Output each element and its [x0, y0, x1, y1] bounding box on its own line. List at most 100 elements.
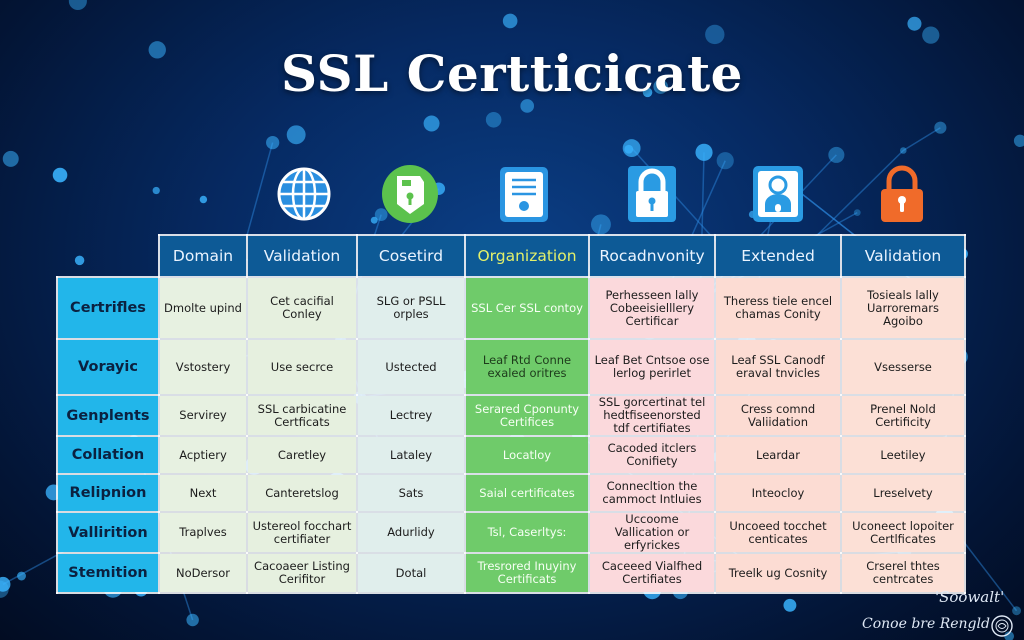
network-link: [902, 127, 941, 152]
table-cell: SSL carbicatine Certficats: [246, 394, 358, 437]
table-cell: Acptiery: [158, 435, 248, 475]
table-cell: Serared Cponunty Certifices: [464, 394, 590, 437]
table-cell: Caceeed Vialfhed Certifiates: [588, 552, 716, 594]
network-node: [695, 143, 713, 161]
table-cell: SSL gorcertinat tel hedtfiseenorsted tdf…: [588, 394, 716, 437]
table-header-row: Domain Validation Cosetird Organization …: [57, 234, 966, 278]
shield-keyhole-icon: [382, 165, 438, 223]
table-cell: Use secrce: [246, 338, 358, 396]
network-node: [934, 121, 947, 134]
table-cell: Ustereol focchart certifiater: [246, 511, 358, 554]
signature-caption: Conoe bre Rengld: [862, 616, 990, 632]
network-node: [152, 186, 160, 195]
network-node: [705, 24, 725, 45]
network-node: [370, 216, 378, 224]
table-cell: Uncoeed tocchet centicates: [714, 511, 842, 554]
table-cell: Theress tiele encel chamas Conity: [714, 276, 842, 340]
network-node: [266, 135, 280, 150]
table-cell: Perhesseen lally Cobeeisielllery Certifi…: [588, 276, 716, 340]
network-node: [52, 167, 68, 183]
network-node: [0, 576, 11, 592]
table-cell: Dotal: [356, 552, 466, 594]
table-cell: Next: [158, 473, 248, 513]
row-label: Certrifles: [56, 276, 160, 340]
column-header[interactable]: Cosetird: [356, 234, 466, 278]
table-cell: Canteretslog: [246, 473, 358, 513]
column-header[interactable]: Extended: [714, 234, 842, 278]
network-node: [922, 26, 940, 44]
column-header[interactable]: Domain: [158, 234, 248, 278]
table-cell: SLG or PSLL orples: [356, 276, 466, 340]
table-cell: Adurlidy: [356, 511, 466, 554]
table-row: Stemition NoDersor Cacoaeer Listing Cerifi…: [56, 552, 966, 594]
table-cell: Leaf SSL Canodf eraval tnvicles: [714, 338, 842, 396]
table-cell: Leardar: [714, 435, 842, 475]
row-label: Stemition: [56, 552, 160, 594]
page-title: SSL Certticicate: [280, 44, 743, 103]
row-label: Genplents: [56, 394, 160, 437]
network-node: [286, 125, 306, 145]
column-header[interactable]: Validation: [840, 234, 966, 278]
table-cell: Uconeect lopoiter Certlficates: [840, 511, 966, 554]
network-node: [186, 613, 199, 627]
table-cell: Prenel Nold Certificity: [840, 394, 966, 437]
table-cell: Lataley: [356, 435, 466, 475]
network-node: [502, 13, 518, 29]
network-node: [716, 152, 734, 170]
table-cell: Servirey: [158, 394, 248, 437]
table-cell: SSL Cer SSL contoy: [464, 276, 590, 340]
column-header[interactable]: Rocadnvonity: [588, 234, 716, 278]
table-cell: Leetiley: [840, 435, 966, 475]
table-cell: Tresrored Inuyiny Certificats: [464, 552, 590, 594]
table-row: Certrifles Dmolte upind Cet cacifial Conle…: [56, 276, 966, 340]
table-cell: Treelk ug Cosnity: [714, 552, 842, 594]
table-cell: Ustected: [356, 338, 466, 396]
table-cell: Lectrey: [356, 394, 466, 437]
network-node: [828, 146, 845, 163]
network-node: [907, 16, 922, 31]
network-node: [2, 150, 19, 167]
table-cell: Tosieals lally Uarroremars Agoibo: [840, 276, 966, 340]
table-cell: Cress comnd Valiidation: [714, 394, 842, 437]
network-node: [17, 571, 26, 581]
table-row: Vorayic Vstostery Use secrce Ustected Leaf R…: [56, 338, 966, 396]
table-cell: Vstostery: [158, 338, 248, 396]
signature-seal-icon: [991, 615, 1013, 637]
certificate-document-icon: [500, 167, 548, 222]
row-label: Vorayic: [56, 338, 160, 396]
network-node: [199, 195, 208, 204]
table-cell: Crserel thtes centrcates: [840, 552, 966, 594]
column-header[interactable]: Organization: [464, 234, 590, 278]
table-cell: Tsl, Caserltys:: [464, 511, 590, 554]
orange-padlock-icon: [881, 165, 923, 222]
table-row: Vallirition Traplves Ustereol focchart cer…: [56, 511, 966, 554]
table-row: Relipnion Next Canteretslog Sats Saial certi…: [56, 473, 966, 513]
network-node: [423, 115, 440, 132]
table-cell: Connecltion the cammoct Intluies: [588, 473, 716, 513]
padlock-icon: [628, 166, 676, 222]
table-cell: Leaf Bet Cntsoe ose lerlog perirlet: [588, 338, 716, 396]
column-header[interactable]: Validation: [246, 234, 358, 278]
globe-icon: [277, 167, 331, 221]
table-cell: NoDersor: [158, 552, 248, 594]
table-row: Collation Acptiery Caretley Lataley Locatloy…: [56, 435, 966, 475]
table-cell: Traplves: [158, 511, 248, 554]
signature-name: 'Soowalt': [935, 588, 1005, 606]
table-cell: Cet cacifial Conley: [246, 276, 358, 340]
table-cell: Uccoome Vallication or erfyrickes: [588, 511, 716, 554]
network-node: [590, 214, 611, 235]
row-label: Collation: [56, 435, 160, 475]
network-node: [783, 598, 797, 612]
table-cell: Cacoded itclers Conifiety: [588, 435, 716, 475]
network-node: [485, 111, 502, 128]
network-node: [1013, 134, 1024, 148]
table-cell: Locatloy: [464, 435, 590, 475]
table-cell: Saial certificates: [464, 473, 590, 513]
table-row: Genplents Servirey SSL carbicatine Certfic…: [56, 394, 966, 437]
row-label: Relipnion: [56, 473, 160, 513]
user-id-badge-icon: [753, 166, 803, 222]
row-label: Vallirition: [56, 511, 160, 554]
network-node: [899, 147, 907, 154]
header-corner: [57, 235, 159, 277]
network-node: [68, 0, 87, 11]
